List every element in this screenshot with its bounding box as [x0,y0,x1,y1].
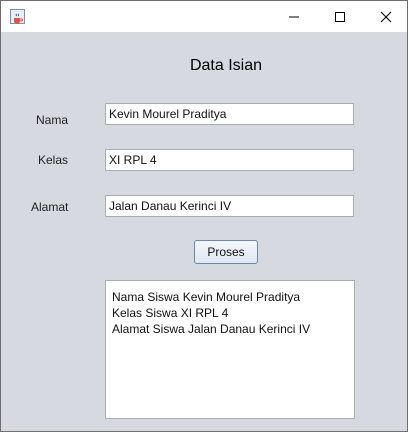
proses-button[interactable]: Proses [194,240,258,264]
output-line: Alamat Siswa Jalan Danau Kerinci IV [112,322,311,336]
app-window: Data Isian Nama Kelas Alamat Proses Nama… [0,0,408,432]
minimize-button[interactable] [271,1,317,32]
java-cup-icon [10,9,25,24]
form-heading: Data Isian [189,57,263,74]
alamat-field[interactable] [105,195,354,217]
output-text-area[interactable]: Nama Siswa Kevin Mourel Praditya Kelas S… [105,280,355,419]
alamat-label: Alamat [31,200,69,214]
kelas-label: Kelas [38,153,69,167]
close-icon [380,11,392,22]
nama-label: Nama [36,113,69,127]
minimize-icon [289,16,299,17]
output-line: Kelas Siswa XI RPL 4 [112,306,229,320]
title-bar[interactable] [1,1,407,32]
maximize-icon [335,11,345,22]
output-line: Nama Siswa Kevin Mourel Praditya [112,290,301,304]
nama-field[interactable] [105,103,354,125]
close-button[interactable] [363,1,409,32]
maximize-button[interactable] [317,1,363,32]
kelas-field[interactable] [105,149,354,171]
